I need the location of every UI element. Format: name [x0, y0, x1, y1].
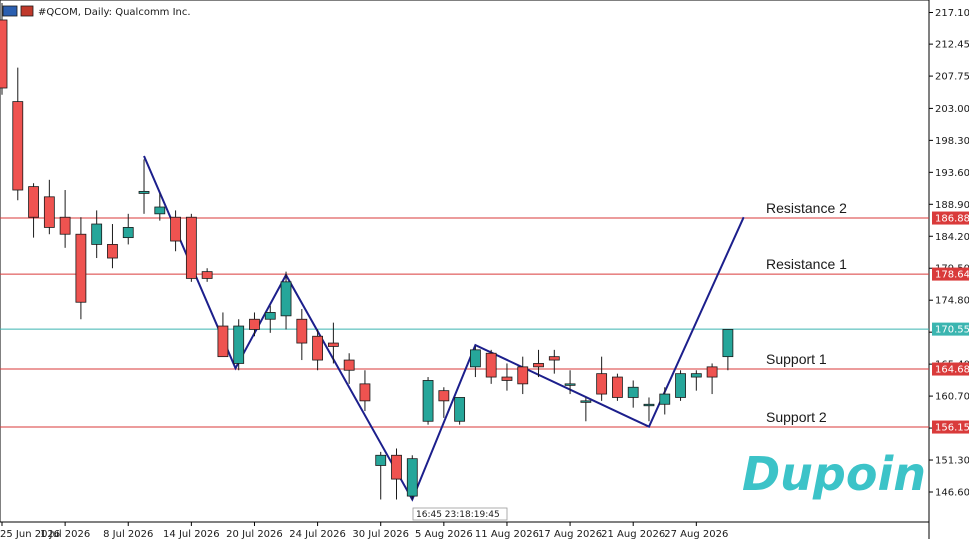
x-tick-label: 8 Jul 2026: [103, 529, 153, 539]
tag-resistance-2-text: 186.88: [935, 214, 969, 225]
level-label-2: Support 1: [766, 351, 827, 367]
tag-current-price-text: 170.55: [935, 325, 969, 336]
candle-body: [249, 318, 260, 330]
candle-body: [327, 342, 339, 347]
candle-body: [201, 271, 213, 279]
currency-icon: [20, 5, 34, 17]
level-label-0: Resistance 2: [766, 200, 847, 216]
candle-body: [438, 390, 450, 402]
x-tick-label: 14 Jul 2026: [163, 529, 220, 539]
candle-body: [264, 312, 276, 320]
level-label-3: Support 2: [766, 409, 827, 425]
y-tick-label: 212.45: [935, 40, 969, 51]
chart-canvas[interactable]: Resistance 2 Resistance 1 Support 1 Support…: [0, 0, 969, 539]
candle[interactable]: [233, 319, 245, 371]
candle-body: [233, 325, 245, 364]
candle[interactable]: [406, 455, 418, 500]
candle-body: [627, 386, 639, 398]
candle-body: [659, 393, 671, 405]
candle-body: [517, 366, 529, 385]
candle-body: [580, 400, 592, 403]
x-tick-label: 17 Aug 2026: [538, 529, 602, 539]
y-tick-label: 207.75: [935, 72, 969, 83]
candle-body: [28, 186, 39, 218]
candle-body: [722, 329, 734, 358]
y-tick-label: 160.70: [935, 392, 969, 403]
candle-body: [185, 216, 197, 279]
x-tick-label: 11 Aug 2026: [475, 529, 539, 539]
candle[interactable]: [422, 377, 434, 425]
chart-title: #QCOM, Daily: Qualcomm Inc.: [38, 7, 191, 18]
timer-label: 16:45 23:18:19:45: [412, 507, 508, 521]
y-tick-label: 146.60: [935, 488, 969, 499]
candle-body: [75, 233, 87, 303]
candle-body: [91, 223, 103, 245]
candle-body: [501, 376, 513, 381]
y-tick-label: 184.20: [935, 232, 969, 243]
candle-body: [422, 380, 434, 422]
candle-body: [564, 383, 576, 386]
candle-body: [454, 397, 466, 422]
candle-body: [469, 349, 481, 368]
candle-body: [485, 352, 497, 378]
candle-body: [280, 281, 292, 317]
y-tick-label: 174.80: [935, 296, 969, 307]
x-tick-label: 21 Aug 2026: [601, 529, 665, 539]
candle-body: [154, 206, 166, 215]
tag-support-1-text: 164.68: [935, 365, 969, 376]
candle-body: [706, 366, 718, 378]
candle-body: [217, 325, 229, 358]
candle-body: [643, 403, 655, 407]
candle-body: [296, 318, 308, 344]
y-tick-label: 193.60: [935, 168, 969, 179]
candle-body: [43, 196, 55, 228]
time-axis: 25 Jun 20261 Jul 2026 8 Jul 2026 14 Jul 20…: [0, 522, 728, 539]
candle-body: [107, 244, 118, 259]
candle-body: [0, 19, 8, 89]
candle-body: [359, 383, 371, 402]
tag-support-2-text: 156.15: [935, 423, 969, 434]
candle-body: [312, 335, 324, 361]
candle[interactable]: [612, 373, 623, 401]
x-tick-label: 20 Jul 2026: [226, 529, 283, 539]
brand-name: Dupoin: [742, 447, 926, 501]
candle-body: [391, 454, 402, 480]
x-tick-label: 1 Jul 2026: [40, 529, 90, 539]
candle-body: [690, 373, 702, 378]
y-tick-label: 217.10: [935, 8, 969, 19]
x-tick-label: 24 Jul 2026: [289, 529, 346, 539]
candle-body: [675, 373, 686, 398]
level-label-1: Resistance 1: [766, 256, 847, 272]
candle-body: [59, 216, 71, 235]
dupoin-logo: Dupoin: [742, 447, 926, 501]
flag-icon: [2, 5, 18, 17]
candle-body: [548, 356, 560, 361]
candle-body: [343, 359, 355, 371]
candle-body: [12, 101, 24, 191]
candle-body: [612, 376, 623, 398]
y-tick-label: 203.00: [935, 104, 969, 115]
x-tick-label: 30 Jul 2026: [352, 529, 409, 539]
candle-body: [533, 363, 544, 368]
y-tick-label: 198.30: [935, 136, 969, 147]
y-tick-label: 151.30: [935, 456, 969, 467]
candle[interactable]: [454, 397, 466, 425]
candle-body: [406, 458, 418, 497]
candle-body: [596, 373, 608, 395]
candle[interactable]: [185, 213, 197, 282]
candle[interactable]: [675, 370, 686, 401]
x-tick-label: 27 Aug 2026: [664, 529, 728, 539]
candle-body: [170, 216, 181, 242]
x-tick-label: 5 Aug 2026: [415, 529, 473, 539]
candle-body: [375, 454, 387, 466]
y-tick-label: 188.90: [935, 200, 969, 211]
chart-header: #QCOM, Daily: Qualcomm Inc.: [2, 5, 191, 18]
timer-text: 16:45 23:18:19:45: [416, 510, 500, 520]
candle-body: [138, 190, 150, 194]
tag-resistance-1-text: 178.64: [935, 270, 969, 281]
candle-body: [122, 227, 134, 239]
